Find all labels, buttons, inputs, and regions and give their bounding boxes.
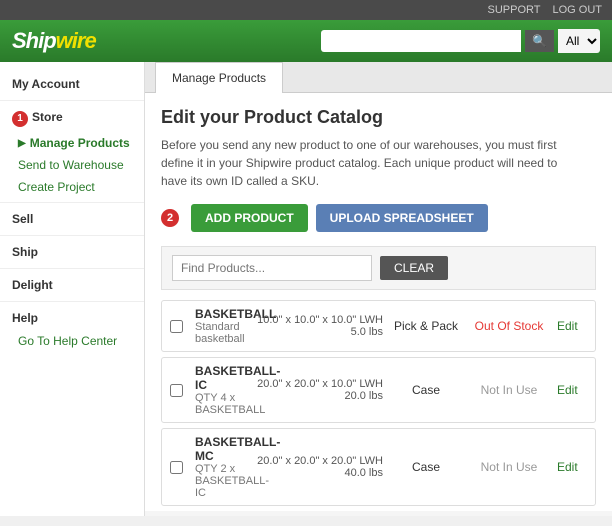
product-info: BASKETBALL-IC QTY 4 x BASKETBALL [195, 364, 249, 416]
sidebar-ship-section: Ship [0, 240, 144, 264]
product-dims: 10.0" x 10.0" x 10.0" LWH5.0 lbs [257, 314, 383, 338]
product-checkbox[interactable] [170, 461, 183, 474]
page-content: Edit your Product Catalog Before you sen… [145, 93, 612, 511]
main-layout: My Account 1Store ▶ Manage Products Send… [0, 62, 612, 516]
sidebar-divider-1 [0, 100, 144, 101]
product-sku: BASKETBALL-MC [195, 435, 249, 463]
product-sku: BASKETBALL-IC [195, 364, 249, 392]
search-area: CLEAR [161, 246, 596, 290]
product-type: Case [391, 460, 461, 474]
product-sku: BASKETBALL [195, 307, 249, 321]
header-search-select[interactable]: All [558, 29, 600, 53]
clear-button[interactable]: CLEAR [380, 256, 448, 280]
upload-spreadsheet-button[interactable]: UPLOAD SPREADSHEET [316, 204, 488, 232]
table-row: BASKETBALL-MC QTY 2 x BASKETBALL-IC 20.0… [161, 428, 596, 506]
sidebar-divider-3 [0, 235, 144, 236]
sidebar-item-create-project[interactable]: Create Project [0, 176, 144, 198]
product-type: Pick & Pack [391, 319, 461, 333]
add-product-button[interactable]: ADD PRODUCT [191, 204, 308, 232]
product-edit-link[interactable]: Edit [557, 383, 587, 397]
header-search-button[interactable]: 🔍 [525, 30, 554, 52]
sidebar-divider-4 [0, 268, 144, 269]
product-info: BASKETBALL Standard basketball [195, 307, 249, 345]
table-row: BASKETBALL-IC QTY 4 x BASKETBALL 20.0" x… [161, 357, 596, 423]
product-info: BASKETBALL-MC QTY 2 x BASKETBALL-IC [195, 435, 249, 499]
sidebar-store-section: 1Store [0, 105, 144, 132]
sidebar-item-send-to-warehouse[interactable]: Send to Warehouse [0, 154, 144, 176]
tab-manage-products[interactable]: Manage Products [155, 62, 283, 93]
sidebar-help-section: Help [0, 306, 144, 330]
logo: Shipwire [12, 28, 96, 54]
product-list: BASKETBALL Standard basketball 10.0" x 1… [161, 300, 596, 511]
page-description: Before you send any new product to one o… [161, 136, 561, 190]
sidebar-divider-5 [0, 301, 144, 302]
product-desc: Standard basketball [195, 321, 249, 345]
top-bar: SUPPORT LOG OUT [0, 0, 612, 20]
action-badge: 2 [161, 209, 179, 227]
tab-bar: Manage Products [145, 62, 612, 93]
sidebar-my-account: My Account [0, 72, 144, 96]
sidebar-delight-section: Delight [0, 273, 144, 297]
sidebar-item-help-center[interactable]: Go To Help Center [0, 330, 144, 352]
action-bar: 2 ADD PRODUCT UPLOAD SPREADSHEET [161, 204, 596, 232]
sidebar-item-manage-products[interactable]: ▶ Manage Products [0, 132, 144, 154]
find-products-input[interactable] [172, 255, 372, 281]
product-status[interactable]: Not In Use [469, 460, 549, 474]
product-status[interactable]: Out Of Stock [469, 319, 549, 333]
product-desc: QTY 4 x BASKETBALL [195, 392, 249, 416]
table-row: BASKETBALL Standard basketball 10.0" x 1… [161, 300, 596, 352]
product-type: Case [391, 383, 461, 397]
product-dims: 20.0" x 20.0" x 20.0" LWH40.0 lbs [257, 455, 383, 479]
product-status[interactable]: Not In Use [469, 383, 549, 397]
product-edit-link[interactable]: Edit [557, 319, 587, 333]
product-dims: 20.0" x 20.0" x 10.0" LWH20.0 lbs [257, 378, 383, 402]
product-edit-link[interactable]: Edit [557, 460, 587, 474]
sidebar: My Account 1Store ▶ Manage Products Send… [0, 62, 145, 516]
logout-link[interactable]: LOG OUT [552, 4, 602, 16]
product-checkbox[interactable] [170, 320, 183, 333]
header: Shipwire 🔍 All [0, 20, 612, 62]
sidebar-sell-section: Sell [0, 207, 144, 231]
page-title: Edit your Product Catalog [161, 107, 596, 128]
header-search-input[interactable] [321, 30, 521, 52]
header-search-bar: 🔍 All [321, 29, 600, 53]
sidebar-store-badge: 1 [12, 111, 28, 127]
content-area: Manage Products Edit your Product Catalo… [145, 62, 612, 516]
sidebar-arrow-icon: ▶ [18, 138, 26, 149]
support-link[interactable]: SUPPORT [488, 4, 541, 16]
product-desc: QTY 2 x BASKETBALL-IC [195, 463, 249, 499]
sidebar-divider-2 [0, 202, 144, 203]
product-checkbox[interactable] [170, 384, 183, 397]
